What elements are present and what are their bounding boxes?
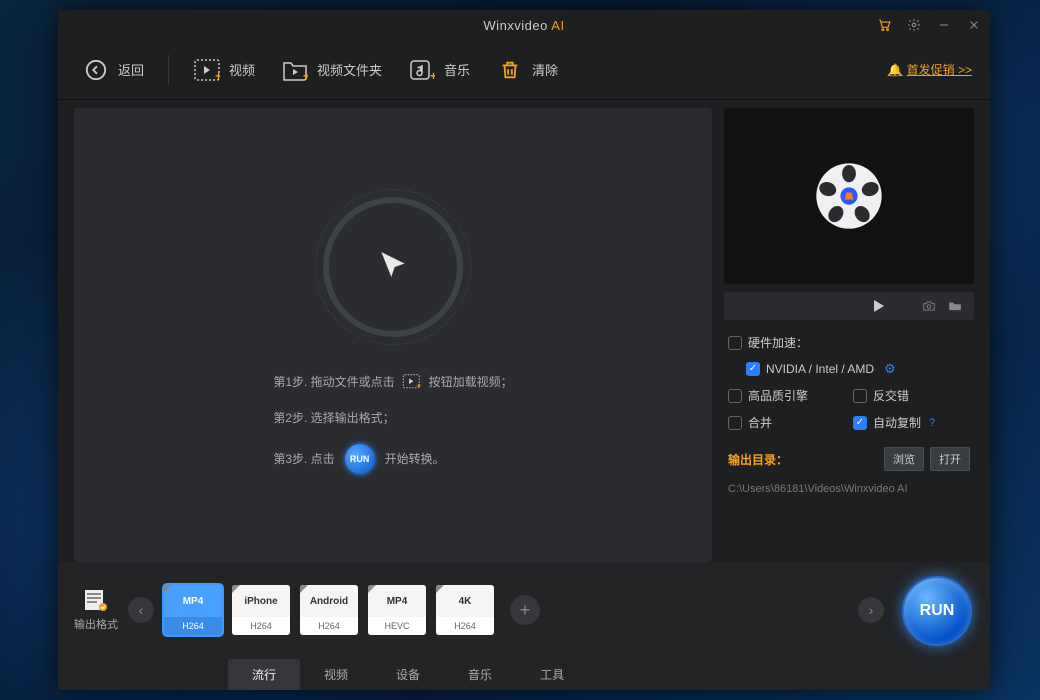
browse-button[interactable]: 浏览 — [884, 447, 924, 471]
play-icon[interactable] — [874, 300, 884, 312]
toolbar: 返回 + 视频 + 视频文件夹 + 音乐 清除 🔔 首发促销 >> — [58, 40, 990, 100]
minimize-icon[interactable] — [936, 17, 952, 33]
format-card-mp4-h264[interactable]: MP4H264 — [164, 585, 222, 635]
close-icon[interactable] — [966, 17, 982, 33]
brand-suffix: AI — [551, 18, 564, 33]
merge-row: 合并 — [728, 414, 845, 431]
merge-checkbox[interactable] — [728, 416, 742, 430]
hq-checkbox[interactable] — [728, 389, 742, 403]
output-label: 输出目录： — [728, 451, 788, 468]
deint-row: 反交错 — [853, 387, 970, 404]
add-format-button[interactable]: + — [510, 595, 540, 625]
folder-open-icon[interactable] — [948, 300, 962, 312]
clear-button[interactable]: 清除 — [488, 52, 566, 88]
hwaccel-row: 硬件加速： — [728, 334, 970, 351]
svg-text:+: + — [416, 381, 421, 389]
output-format-label: 输出格式 — [74, 588, 118, 632]
cursor-icon — [373, 247, 413, 287]
tab-0[interactable]: 流行 — [228, 659, 300, 690]
run-mini-icon: RUN — [345, 444, 375, 474]
promo-text: 首发促销 >> — [907, 61, 972, 78]
hwaccel-checkbox[interactable] — [746, 362, 760, 376]
app-title: Winxvideo AI — [483, 18, 564, 33]
hwaccel-label: 硬件加速： — [748, 334, 808, 351]
bottom-tabs: 流行视频设备音乐工具 — [58, 658, 990, 690]
format-card-android-h264[interactable]: AndroidH264 — [300, 585, 358, 635]
tab-2[interactable]: 设备 — [372, 659, 444, 690]
drop-area[interactable]: 第1步. 拖动文件或点击 + 按钮加载视频； 第2步. 选择输出格式； 第3步.… — [74, 108, 712, 562]
autocopy-checkbox[interactable] — [853, 416, 867, 430]
output-row: 输出目录： 浏览 打开 — [728, 447, 970, 471]
app-window: Winxvideo AI 返回 + 视频 + 视频文件夹 + 音乐 — [58, 10, 990, 690]
options: 硬件加速： NVIDIA / Intel / AMD ⚙ 高品质引擎 反交错 合… — [724, 328, 974, 501]
open-button[interactable]: 打开 — [930, 447, 970, 471]
hwaccel-opt-row: NVIDIA / Intel / AMD ⚙ — [746, 361, 970, 377]
music-label: 音乐 — [444, 60, 470, 79]
bottom-bar: 输出格式 ‹ MP4H264iPhoneH264AndroidH264MP4HE… — [58, 562, 990, 690]
clear-label: 清除 — [532, 60, 558, 79]
gear-icon[interactable] — [906, 17, 922, 33]
brand-text: Winxvideo — [483, 18, 547, 33]
formats-row: 输出格式 ‹ MP4H264iPhoneH264AndroidH264MP4HE… — [58, 562, 990, 658]
trash-icon — [496, 58, 524, 82]
svg-text:+: + — [430, 69, 435, 81]
tab-4[interactable]: 工具 — [516, 659, 588, 690]
video-mini-icon: + — [401, 373, 423, 391]
back-icon — [82, 58, 110, 82]
folder-button[interactable]: + 视频文件夹 — [273, 52, 390, 88]
side-panel: 硬件加速： NVIDIA / Intel / AMD ⚙ 高品质引擎 反交错 合… — [724, 108, 974, 562]
back-label: 返回 — [118, 60, 144, 79]
format-icon — [83, 588, 109, 612]
video-button[interactable]: + 视频 — [185, 52, 263, 88]
promo-link[interactable]: 🔔 首发促销 >> — [888, 61, 972, 78]
help-icon[interactable]: ? — [929, 417, 935, 429]
cart-icon[interactable] — [876, 17, 892, 33]
hwaccel-opt: NVIDIA / Intel / AMD — [766, 362, 874, 376]
video-label: 视频 — [229, 60, 255, 79]
run-button[interactable]: RUN — [902, 576, 972, 646]
app-logo-icon — [806, 153, 892, 239]
music-icon: + — [408, 58, 436, 82]
autocopy-row: 自动复制? — [853, 414, 970, 431]
hwaccel-master-checkbox[interactable] — [728, 336, 742, 350]
video-icon: + — [193, 58, 221, 82]
step-1: 第1步. 拖动文件或点击 + 按钮加载视频； — [273, 373, 512, 391]
folder-icon: + — [281, 58, 309, 82]
tab-3[interactable]: 音乐 — [444, 659, 516, 690]
steps: 第1步. 拖动文件或点击 + 按钮加载视频； 第2步. 选择输出格式； 第3步.… — [273, 373, 512, 474]
format-card-iphone-h264[interactable]: iPhoneH264 — [232, 585, 290, 635]
prev-format-button[interactable]: ‹ — [128, 597, 154, 623]
next-format-button[interactable]: › — [858, 597, 884, 623]
folder-label: 视频文件夹 — [317, 60, 382, 79]
bell-icon: 🔔 — [888, 63, 903, 77]
camera-icon[interactable] — [922, 300, 936, 312]
format-card-mp4-hevc[interactable]: MP4HEVC — [368, 585, 426, 635]
format-card-4k-h264[interactable]: 4KH264 — [436, 585, 494, 635]
preview-area — [724, 108, 974, 284]
titlebar: Winxvideo AI — [58, 10, 990, 40]
separator — [168, 55, 169, 85]
player-bar — [724, 292, 974, 320]
back-button[interactable]: 返回 — [74, 52, 152, 88]
format-cards: MP4H264iPhoneH264AndroidH264MP4HEVC4KH26… — [164, 585, 494, 635]
hwaccel-gear-icon[interactable]: ⚙ — [884, 361, 896, 377]
music-button[interactable]: + 音乐 — [400, 52, 478, 88]
svg-text:+: + — [303, 69, 308, 81]
tab-1[interactable]: 视频 — [300, 659, 372, 690]
svg-text:+: + — [215, 69, 220, 81]
hq-row: 高品质引擎 — [728, 387, 845, 404]
step-3: 第3步. 点击 RUN 开始转换。 — [273, 444, 444, 474]
step-2: 第2步. 选择输出格式； — [273, 409, 394, 426]
drop-circle — [323, 197, 463, 337]
output-path: C:\Users\86181\Videos\Winxvideo AI — [728, 483, 970, 495]
deint-checkbox[interactable] — [853, 389, 867, 403]
